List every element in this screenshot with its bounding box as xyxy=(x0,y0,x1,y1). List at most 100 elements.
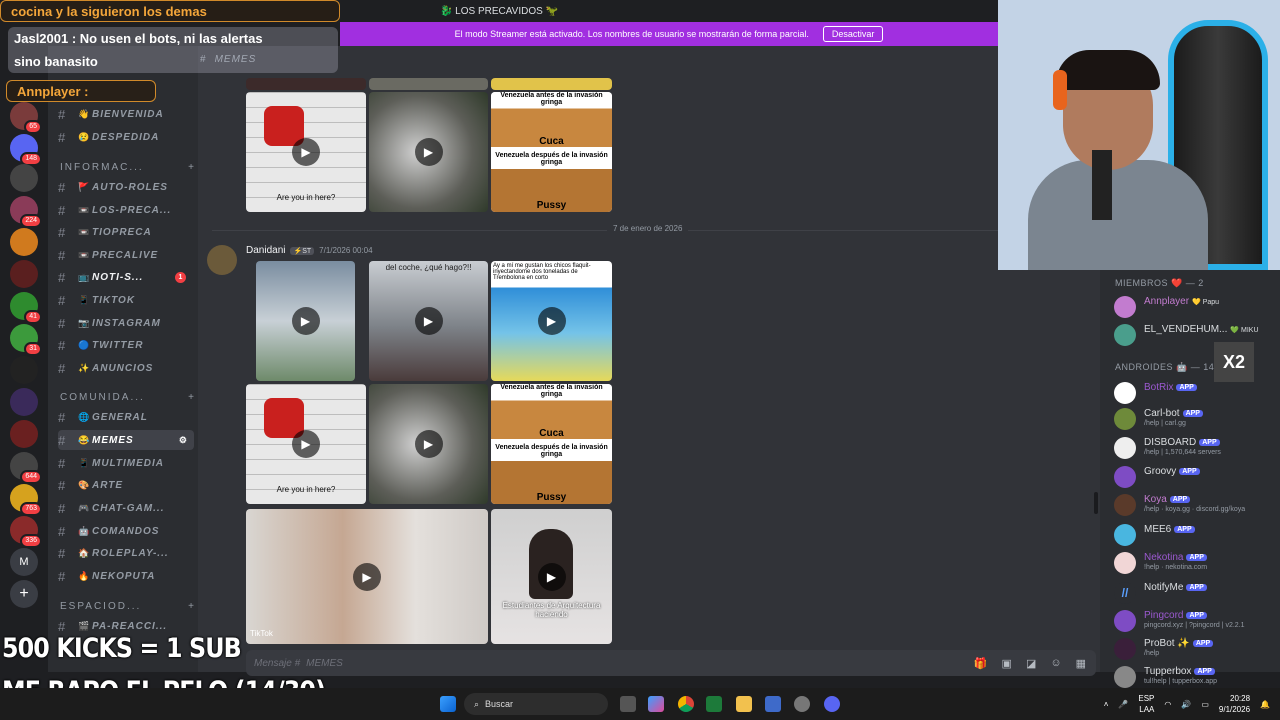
language-indicator[interactable]: ESP LAA xyxy=(1138,693,1154,715)
video-thumbnail[interactable]: ▶ Are you in here? xyxy=(246,92,366,212)
channel-multimedia[interactable]: # 📱 MULTIMEDIA xyxy=(58,453,194,473)
play-icon[interactable]: ▶ xyxy=(537,562,566,591)
message-composer[interactable]: Mensaje # MEMES 🎁 ▣ ◪ ☺ ▦ xyxy=(246,650,1096,676)
member-item[interactable]: DISBOARD APP/help | 1,570,644 servers xyxy=(1114,435,1280,461)
video-thumbnail[interactable]: ▶ xyxy=(256,261,355,381)
member-item[interactable]: EL_VENDEHUM... 💚 MIKU xyxy=(1114,322,1280,348)
server-letter-icon[interactable]: M xyxy=(10,548,38,576)
play-icon[interactable]: ▶ xyxy=(414,138,443,166)
meme-image[interactable]: Venezuela antes de la invasión gringa Cu… xyxy=(491,384,612,504)
apps-icon[interactable]: ▦ xyxy=(1076,657,1086,670)
video-thumbnail[interactable]: ▶ Are you in here? xyxy=(246,384,366,504)
server-icon[interactable]: 336 xyxy=(10,516,42,548)
video-thumbnail[interactable]: ▶ Estudiantes de Arquitectura haciendo xyxy=(491,509,612,644)
add-channel-icon[interactable]: + xyxy=(188,162,196,173)
disable-streamer-button[interactable]: Desactivar xyxy=(822,26,884,42)
channel-tiktok[interactable]: # 📱 TIKTOK xyxy=(58,290,194,310)
channel-instagram[interactable]: # 📷 INSTAGRAM xyxy=(58,313,194,333)
member-item[interactable]: ProBot ✨ APP/help xyxy=(1114,636,1280,662)
chrome-icon[interactable] xyxy=(678,696,694,712)
obs-icon[interactable] xyxy=(794,696,810,712)
windows-start-icon[interactable] xyxy=(440,696,456,712)
video-thumbnail[interactable]: del coche, ¿qué hago?!! ▶ xyxy=(369,261,488,381)
channel-nekoputa[interactable]: # 🔥 NEKOPUTA xyxy=(58,566,194,586)
settings-gear-icon[interactable]: ⚙ xyxy=(179,435,188,446)
media-thumbnail[interactable] xyxy=(246,78,366,90)
server-icon[interactable]: 31 xyxy=(10,324,42,356)
member-item[interactable]: BotRix APP xyxy=(1114,380,1280,406)
chat-scrollbar[interactable] xyxy=(1094,492,1098,514)
channel-los-precavidos[interactable]: # 📼 LOS-PRECA... xyxy=(58,200,194,220)
channel-precalive[interactable]: # 📼 PRECALIVE xyxy=(58,245,194,265)
category-comunidad[interactable]: COMUNIDA... + xyxy=(60,392,196,403)
play-icon[interactable]: ▶ xyxy=(353,562,381,591)
channel-memes[interactable]: # 😂 MEMES ⚙ xyxy=(58,430,194,450)
play-icon[interactable]: ▶ xyxy=(414,430,443,458)
clock[interactable]: 20:28 9/1/2026 xyxy=(1219,693,1250,715)
author-name[interactable]: Danidani xyxy=(246,245,285,256)
gift-icon[interactable]: 🎁 xyxy=(974,657,988,670)
video-thumbnail[interactable]: ▶ TikTok xyxy=(246,509,488,644)
play-icon[interactable]: ▶ xyxy=(292,138,320,166)
server-icon[interactable]: 65 xyxy=(10,102,42,134)
member-item[interactable]: Tupperbox APP tul!help | tupperbox.app xyxy=(1114,664,1280,690)
add-server-icon[interactable]: + xyxy=(10,580,38,608)
battery-icon[interactable]: ▭ xyxy=(1201,700,1209,709)
member-item[interactable]: MEE6 APP xyxy=(1114,522,1280,548)
gif-icon[interactable]: ▣ xyxy=(1002,657,1012,670)
play-icon[interactable]: ▶ xyxy=(537,307,566,335)
server-icon[interactable] xyxy=(10,260,38,288)
discord-icon[interactable] xyxy=(824,696,840,712)
excel-icon[interactable] xyxy=(706,696,722,712)
video-thumbnail[interactable]: Ay a mí me gustan los chicos flaquit- in… xyxy=(491,261,612,381)
category-espacio[interactable]: ESPACIOD... + xyxy=(60,601,196,612)
sticker-icon[interactable]: ◪ xyxy=(1026,657,1036,670)
play-icon[interactable]: ▶ xyxy=(291,307,320,335)
media-thumbnail[interactable] xyxy=(369,78,488,90)
channel-bienvenida[interactable]: # 👋 BIENVENIDA xyxy=(58,104,194,124)
video-thumbnail[interactable]: ▶ xyxy=(369,384,488,504)
member-item[interactable]: Carl-bot APP/help | carl.gg xyxy=(1114,406,1280,432)
server-icon[interactable]: 763 xyxy=(10,484,42,516)
task-view-icon[interactable] xyxy=(620,696,636,712)
server-icon[interactable] xyxy=(10,388,38,416)
chevron-up-icon[interactable]: ˄ xyxy=(1104,700,1109,709)
channel-twitter[interactable]: # 🔵 TWITTER xyxy=(58,335,194,355)
server-icon[interactable] xyxy=(10,164,38,192)
channel-anuncios[interactable]: # ✨ ANUNCIOS xyxy=(58,358,194,378)
media-thumbnail[interactable] xyxy=(491,78,612,90)
meme-image[interactable]: Venezuela antes de la invasión gringa Cu… xyxy=(491,92,612,212)
category-informacion[interactable]: INFORMAC... + xyxy=(60,162,196,173)
channel-tiopreca[interactable]: # 📼 TIOPRECA xyxy=(58,222,194,242)
member-item[interactable]: Nekotina APP !help · nekotina.com xyxy=(1114,550,1280,576)
member-item[interactable]: Pingcord APP pingcord.xyz | ?pingcord | v2… xyxy=(1114,608,1280,634)
member-item[interactable]: Annplayer 💛 Papu xyxy=(1114,294,1280,320)
wifi-icon[interactable]: ◠ xyxy=(1164,700,1171,709)
channel-chat-gamer[interactable]: # 🎮 CHAT-GAM... xyxy=(58,498,194,518)
server-icon[interactable]: 41 xyxy=(10,292,42,324)
channel-despedida[interactable]: # 😢 DESPEDIDA xyxy=(58,127,194,147)
video-thumbnail[interactable]: ▶ xyxy=(369,92,488,212)
channel-auto-roles[interactable]: # 🚩 AUTO-ROLES xyxy=(58,177,194,197)
server-icon[interactable] xyxy=(10,228,38,256)
member-item[interactable]: Koya APP/help · koya.gg · discord.gg/koya xyxy=(1114,492,1280,518)
channel-roleplay[interactable]: # 🏠 ROLEPLAY-... xyxy=(58,543,194,563)
channel-general[interactable]: # 🌐 GENERAL xyxy=(58,407,194,427)
channel-noti-s[interactable]: # 📺 NOTI-S... 1 xyxy=(58,267,194,287)
copilot-icon[interactable] xyxy=(648,696,664,712)
server-icon[interactable]: 148 xyxy=(10,134,42,166)
server-icon[interactable] xyxy=(10,420,38,448)
member-item[interactable]: Groovy APP xyxy=(1114,464,1280,490)
member-item[interactable]: // NotifyMe APP xyxy=(1114,580,1280,606)
notifications-icon[interactable]: 🔔 xyxy=(1260,700,1270,709)
channel-arte[interactable]: # 🎨 ARTE xyxy=(58,475,194,495)
taskbar-search[interactable]: ⌕ Buscar xyxy=(464,693,608,715)
avatar[interactable] xyxy=(207,245,237,275)
speaker-icon[interactable]: 🔊 xyxy=(1181,700,1191,709)
file-explorer-icon[interactable] xyxy=(736,696,752,712)
server-icon[interactable] xyxy=(10,356,38,384)
add-channel-icon[interactable]: + xyxy=(188,392,196,403)
server-icon[interactable]: 224 xyxy=(10,196,42,228)
channel-comandos[interactable]: # 🤖 COMANDOS xyxy=(58,521,194,541)
server-icon[interactable]: 644 xyxy=(10,452,42,484)
